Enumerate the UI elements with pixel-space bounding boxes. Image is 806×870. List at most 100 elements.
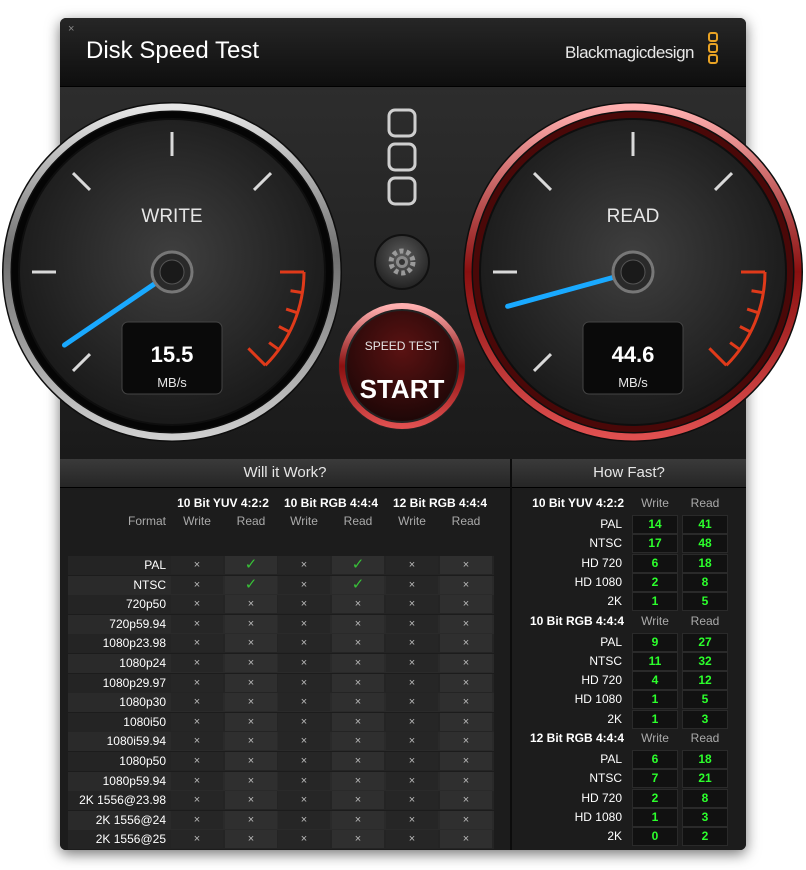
cross-icon: × (225, 752, 277, 770)
fast-read-value: 18 (682, 750, 728, 769)
fast-row-label: PAL (600, 752, 622, 766)
fast-write-value: 0 (632, 827, 678, 847)
fast-read-value: 3 (682, 709, 728, 729)
cross-icon: × (386, 556, 438, 574)
cross-icon: × (278, 575, 330, 594)
cross-icon: × (332, 654, 384, 672)
read-column-header: Read (236, 514, 266, 528)
cross-icon: × (225, 654, 277, 672)
cross-icon: × (386, 791, 438, 810)
brand-logo-icon (708, 32, 720, 65)
fast-read-value: 3 (682, 807, 728, 827)
settings-button[interactable] (374, 234, 430, 290)
fast-row-label: NTSC (589, 771, 622, 786)
fast-row-label: HD 720 (581, 790, 622, 805)
fast-row-label: PAL (600, 517, 622, 531)
close-icon[interactable]: × (68, 24, 74, 35)
start-button-label: START (360, 374, 445, 404)
format-label: 1080p24 (119, 656, 166, 670)
cross-icon: × (171, 752, 223, 770)
fast-read-value: 5 (682, 592, 728, 612)
group-header: 12 Bit RGB 4:4:4 (392, 496, 488, 510)
fast-read-value: 48 (682, 534, 728, 554)
cross-icon: × (171, 614, 223, 633)
start-button[interactable]: SPEED TEST START (338, 302, 466, 430)
check-icon: ✓ (332, 556, 384, 574)
fast-row-label: 2K (607, 594, 622, 609)
fast-read-value: 5 (682, 690, 728, 710)
fast-read-header: Read (690, 613, 720, 628)
cross-icon: × (225, 693, 277, 712)
fast-row-label: HD 1080 (574, 692, 622, 707)
fast-write-value: 6 (632, 750, 678, 769)
cross-icon: × (225, 595, 277, 614)
cross-icon: × (225, 673, 277, 692)
cross-icon: × (225, 771, 277, 790)
cross-icon: × (440, 614, 492, 633)
fast-write-header: Write (641, 496, 669, 510)
redzone-tick (751, 289, 764, 295)
cross-icon: × (440, 595, 492, 614)
fast-write-value: 1 (632, 807, 678, 827)
cross-icon: × (440, 575, 492, 594)
format-label: PAL (144, 558, 166, 572)
cross-icon: × (386, 830, 438, 849)
results-area: Will it Work? How Fast? 10 Bit YUV 4:2:2… (60, 459, 746, 850)
cross-icon: × (225, 634, 277, 653)
fast-read-header: Read (690, 731, 720, 745)
fast-write-value: 6 (632, 553, 678, 573)
read-column-header: Read (451, 514, 481, 528)
cross-icon: × (440, 791, 492, 810)
cross-icon: × (332, 771, 384, 790)
cross-icon: × (278, 771, 330, 790)
cross-icon: × (171, 732, 223, 751)
cross-icon: × (386, 771, 438, 790)
fast-read-value: 8 (682, 788, 728, 808)
cross-icon: × (332, 614, 384, 633)
fast-read-value: 8 (682, 572, 728, 592)
group-header: 10 Bit YUV 4:2:2 (177, 496, 269, 510)
cross-icon: × (440, 752, 492, 770)
cross-icon: × (225, 810, 277, 829)
cross-icon: × (171, 556, 223, 574)
cross-icon: × (171, 771, 223, 790)
fast-row-label: 2K (607, 829, 622, 844)
cross-icon: × (386, 810, 438, 829)
cross-icon: × (332, 732, 384, 751)
cross-icon: × (386, 654, 438, 672)
cross-icon: × (278, 712, 330, 731)
cross-icon: × (332, 634, 384, 653)
cross-icon: × (440, 634, 492, 653)
format-label: 1080p59.94 (102, 773, 166, 788)
fast-row-label: HD 720 (581, 673, 622, 688)
cross-icon: × (278, 634, 330, 653)
cross-icon: × (386, 693, 438, 712)
cross-icon: × (440, 712, 492, 731)
fast-row-label: HD 1080 (574, 809, 622, 824)
cross-icon: × (278, 830, 330, 849)
format-label: 2K 1556@24 (95, 812, 166, 827)
fast-write-value: 2 (632, 572, 678, 592)
fast-row-label: NTSC (589, 536, 622, 551)
cross-icon: × (278, 810, 330, 829)
fast-group-header: 12 Bit RGB 4:4:4 (529, 731, 624, 745)
format-label: 1080p50 (119, 754, 166, 768)
fast-write-value: 7 (632, 769, 678, 789)
cross-icon: × (386, 712, 438, 731)
cross-icon: × (171, 810, 223, 829)
cross-icon: × (386, 673, 438, 692)
fast-read-header: Read (690, 496, 720, 510)
fast-read-value: 41 (682, 515, 728, 534)
format-label: 2K 1556@23.98 (79, 793, 166, 808)
cross-icon: × (278, 752, 330, 770)
fast-row-label: PAL (600, 634, 622, 649)
cross-icon: × (332, 752, 384, 770)
cross-icon: × (332, 673, 384, 692)
cross-icon: × (278, 673, 330, 692)
cross-icon: × (171, 575, 223, 594)
check-icon: ✓ (225, 575, 277, 594)
cross-icon: × (386, 575, 438, 594)
read-column-header: Read (343, 514, 373, 528)
cross-icon: × (171, 595, 223, 614)
format-label: 720p50 (125, 597, 166, 612)
